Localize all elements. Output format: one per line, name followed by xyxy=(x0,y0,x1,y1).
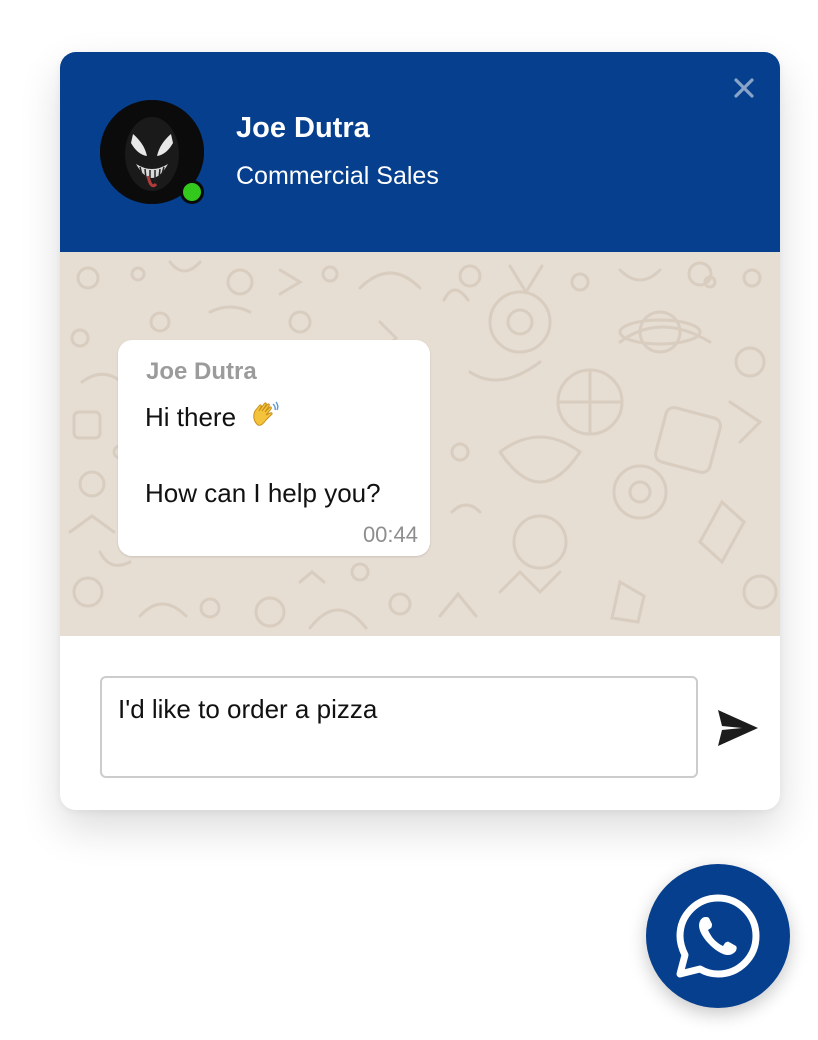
send-icon xyxy=(718,710,758,746)
close-button[interactable] xyxy=(728,72,760,104)
message-line-2: How can I help you? xyxy=(145,478,381,508)
agent-name: Joe Dutra xyxy=(236,112,370,144)
close-icon xyxy=(734,78,754,98)
whatsapp-icon xyxy=(676,894,760,978)
whatsapp-launcher-button[interactable] xyxy=(646,864,790,1008)
waving-hand-icon xyxy=(253,401,279,426)
chat-widget: Joe Dutra Commercial Sales Joe Dutra Hi … xyxy=(60,52,780,810)
chat-header: Joe Dutra Commercial Sales xyxy=(60,52,780,252)
agent-avatar xyxy=(100,100,204,204)
message-greeting-text: Hi there xyxy=(145,402,237,432)
agent-role: Commercial Sales xyxy=(236,162,439,190)
message-input[interactable]: I'd like to order a pizza xyxy=(100,676,698,778)
message-timestamp: 00:44 xyxy=(362,522,418,547)
online-status-dot xyxy=(180,180,204,204)
incoming-message-bubble: Joe Dutra Hi there How can I help you? 0… xyxy=(118,340,430,556)
message-composer: I'd like to order a pizza xyxy=(60,636,780,810)
message-sender-name: Joe Dutra xyxy=(146,358,257,385)
send-button[interactable] xyxy=(716,708,760,748)
chat-messages-area: Joe Dutra Hi there How can I help you? 0… xyxy=(60,252,780,636)
message-line-1: Hi there xyxy=(145,400,279,433)
